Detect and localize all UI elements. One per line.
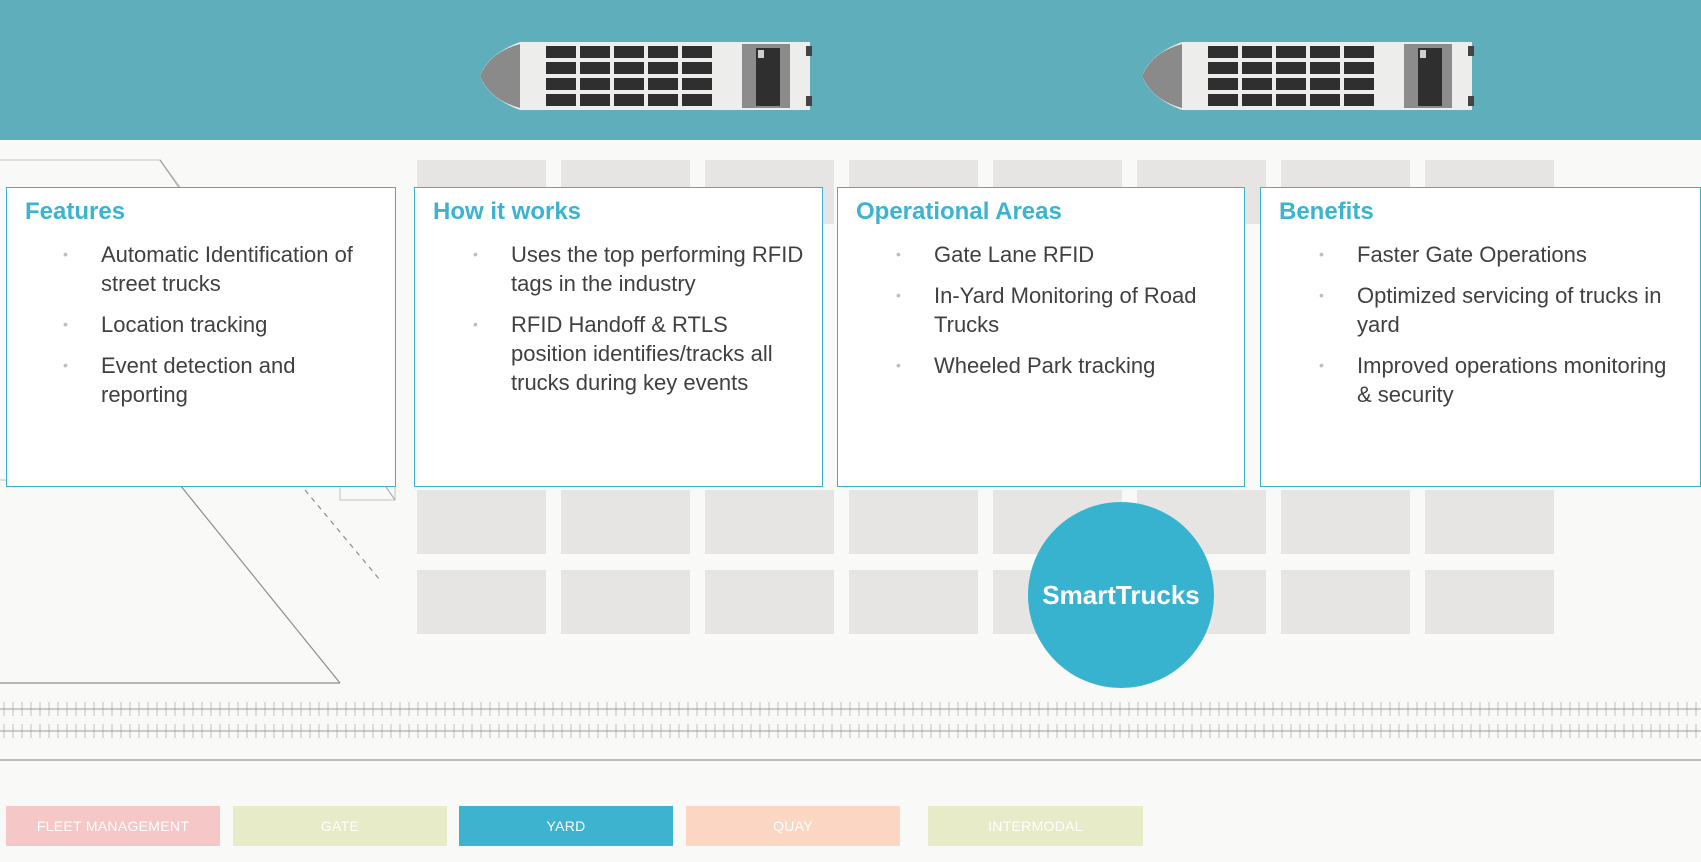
tab-yard[interactable]: YARD xyxy=(459,806,673,846)
rail-tracks xyxy=(0,702,1701,762)
list-item: • RFID Handoff & RTLS position identifies… xyxy=(473,312,773,395)
tab-quay[interactable]: QUAY xyxy=(686,806,900,846)
features-card: Features • Automatic Identification of st… xyxy=(6,187,396,487)
list-item: • Location tracking xyxy=(63,312,268,337)
smarttrucks-badge[interactable]: SmartTrucks xyxy=(1028,502,1214,688)
list-item: • Improved operations monitoring & securi… xyxy=(1319,353,1667,407)
list-item: • Optimized servicing of trucks in yard xyxy=(1319,283,1662,337)
list-item: • Event detection and reporting xyxy=(63,353,296,407)
list-item: • Gate Lane RFID xyxy=(896,242,1095,267)
benefits-card: Benefits • Faster Gate Operations • Optimi… xyxy=(1260,187,1701,487)
list-item: • Uses the top performing RFID tags in th… xyxy=(473,242,804,296)
tab-gate[interactable]: GATE xyxy=(233,806,447,846)
card-title: Benefits xyxy=(1279,198,1374,225)
tab-fleet-management[interactable]: FLEET MANAGEMENT xyxy=(6,806,220,846)
features-list: • Automatic Identification of street truc… xyxy=(25,240,377,409)
operational-areas-list: • Gate Lane RFID • In-Yard Monitoring of R… xyxy=(856,240,1226,380)
list-item: • Automatic Identification of street truc… xyxy=(63,242,353,296)
list-item: • In-Yard Monitoring of Road Trucks xyxy=(896,283,1197,337)
benefits-list: • Faster Gate Operations • Optimized servi… xyxy=(1279,240,1682,409)
how-it-works-card: How it works • Uses the top performing RF… xyxy=(414,187,823,487)
list-item: • Faster Gate Operations xyxy=(1319,242,1587,267)
how-it-works-list: • Uses the top performing RFID tags in th… xyxy=(433,240,804,397)
list-item: • Wheeled Park tracking xyxy=(896,353,1156,378)
card-title: How it works xyxy=(433,198,582,225)
card-title: Features xyxy=(25,198,126,225)
card-title: Operational Areas xyxy=(856,198,1062,225)
tab-intermodal[interactable]: INTERMODAL xyxy=(928,806,1143,846)
operational-areas-card: Operational Areas • Gate Lane RFID • In-Ya… xyxy=(837,187,1245,487)
